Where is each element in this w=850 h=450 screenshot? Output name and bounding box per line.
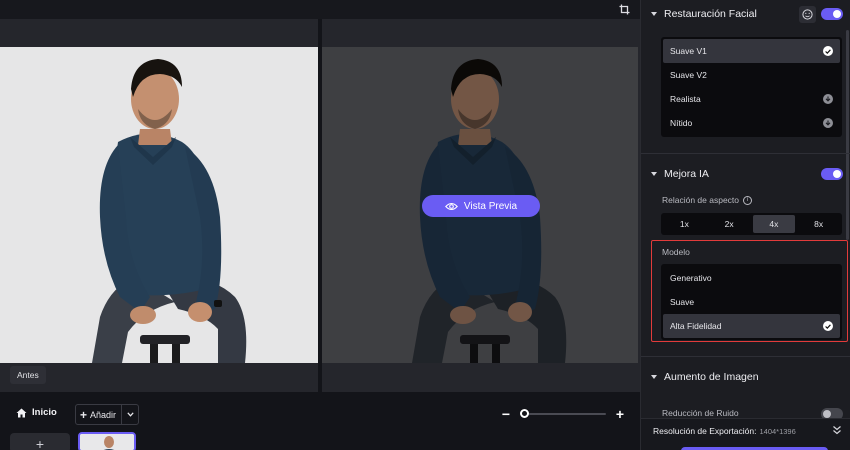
scale-option-2x[interactable]: 2x bbox=[708, 215, 751, 233]
model-option-label: Generativo bbox=[670, 273, 712, 283]
info-icon[interactable]: i bbox=[743, 195, 753, 205]
face-icon bbox=[802, 9, 813, 20]
face-option-suave-v1[interactable]: Suave V1 bbox=[663, 39, 840, 63]
add-button[interactable]: + Añadir bbox=[76, 405, 123, 424]
face-restoration-toggle[interactable] bbox=[821, 8, 843, 20]
check-circle-icon bbox=[823, 321, 833, 331]
add-image-thumbnail[interactable]: + bbox=[10, 433, 70, 450]
zoom-slider-thumb[interactable] bbox=[520, 409, 530, 418]
canvas-area: Vista Previa Antes bbox=[0, 0, 640, 392]
preview-button[interactable]: Vista Previa bbox=[422, 195, 540, 217]
home-button[interactable]: Inicio bbox=[16, 407, 57, 418]
face-option-label: Nítido bbox=[670, 118, 693, 128]
zoom-control: − + bbox=[500, 406, 628, 422]
scale-option-4x[interactable]: 4x bbox=[752, 215, 796, 233]
face-settings-button[interactable] bbox=[799, 6, 816, 23]
face-restoration-header[interactable]: Restauración Facial bbox=[651, 8, 757, 20]
face-option-label: Realista bbox=[670, 94, 701, 104]
face-option-label: Suave V1 bbox=[670, 46, 707, 56]
face-model-list: Suave V1 Suave V2 Realista Nítido bbox=[661, 37, 842, 137]
model-option-alta-fidelidad[interactable]: Alta Fidelidad bbox=[663, 314, 840, 338]
crop-icon[interactable] bbox=[616, 1, 632, 17]
canvas-toolbar bbox=[0, 0, 640, 19]
download-icon[interactable] bbox=[823, 94, 833, 104]
panel-scrollbar[interactable] bbox=[846, 30, 849, 240]
caret-down-icon bbox=[651, 172, 657, 176]
section-divider bbox=[641, 153, 850, 154]
double-chevron-down-icon[interactable] bbox=[832, 425, 842, 435]
bottom-bar: Inicio + Añadir − + + bbox=[0, 392, 640, 450]
noise-reduction-label: Reducción de Ruido bbox=[662, 408, 739, 418]
download-icon[interactable] bbox=[823, 118, 833, 128]
aspect-label: Relación de aspecto i bbox=[662, 195, 753, 205]
export-footer: Resolución de Exportación: 1404*1396 bbox=[641, 418, 850, 450]
zoom-out-button[interactable]: − bbox=[500, 406, 512, 422]
model-list: Generativo Suave Alta Fidelidad bbox=[661, 264, 842, 340]
add-dropdown-button[interactable] bbox=[122, 405, 138, 424]
add-control: + Añadir bbox=[75, 404, 139, 425]
face-option-nitido[interactable]: Nítido bbox=[663, 111, 840, 135]
face-option-realista[interactable]: Realista bbox=[663, 87, 840, 111]
face-option-suave-v2[interactable]: Suave V2 bbox=[663, 63, 840, 87]
chevron-down-icon bbox=[126, 412, 134, 417]
home-icon bbox=[16, 408, 27, 417]
image-boost-title: Aumento de Imagen bbox=[664, 371, 759, 383]
home-label: Inicio bbox=[32, 407, 57, 418]
caret-down-icon bbox=[651, 375, 657, 379]
model-option-label: Suave bbox=[670, 297, 695, 307]
model-option-label: Alta Fidelidad bbox=[670, 321, 722, 331]
image-thumbnail[interactable] bbox=[78, 432, 136, 450]
aspect-label-text: Relación de aspecto bbox=[662, 195, 740, 205]
scale-selector: 1x 2x 4x 8x bbox=[661, 213, 842, 235]
scale-option-8x[interactable]: 8x bbox=[797, 215, 840, 233]
ai-enhance-header[interactable]: Mejora IA bbox=[651, 168, 709, 180]
caret-down-icon bbox=[651, 12, 657, 16]
before-image bbox=[0, 47, 318, 363]
ai-enhance-title: Mejora IA bbox=[664, 168, 709, 180]
scale-option-1x[interactable]: 1x bbox=[663, 215, 706, 233]
export-resolution: Resolución de Exportación: 1404*1396 bbox=[653, 426, 796, 436]
model-label: Modelo bbox=[662, 247, 690, 257]
plus-icon: + bbox=[35, 436, 45, 450]
eye-icon bbox=[444, 202, 458, 210]
zoom-in-button[interactable]: + bbox=[614, 406, 626, 422]
section-divider bbox=[641, 356, 850, 357]
image-boost-header[interactable]: Aumento de Imagen bbox=[651, 371, 759, 383]
add-label: Añadir bbox=[90, 409, 117, 420]
model-option-generativo[interactable]: Generativo bbox=[663, 266, 840, 290]
app-window: Vista Previa Antes Inicio + Añadir − + + bbox=[0, 0, 850, 450]
check-circle-icon bbox=[823, 46, 833, 56]
zoom-slider-track[interactable] bbox=[520, 413, 606, 415]
face-option-label: Suave V2 bbox=[670, 70, 707, 80]
preview-button-label: Vista Previa bbox=[463, 200, 518, 212]
ai-enhance-toggle[interactable] bbox=[821, 168, 843, 180]
settings-panel: Restauración Facial Suave V1 Suave V2 Re… bbox=[640, 0, 850, 450]
plus-icon: + bbox=[80, 407, 88, 422]
model-option-suave[interactable]: Suave bbox=[663, 290, 840, 314]
before-label: Antes bbox=[10, 366, 46, 384]
face-restoration-title: Restauración Facial bbox=[664, 8, 757, 20]
export-resolution-label: Resolución de Exportación: bbox=[653, 426, 757, 436]
export-resolution-value: 1404*1396 bbox=[759, 427, 796, 436]
